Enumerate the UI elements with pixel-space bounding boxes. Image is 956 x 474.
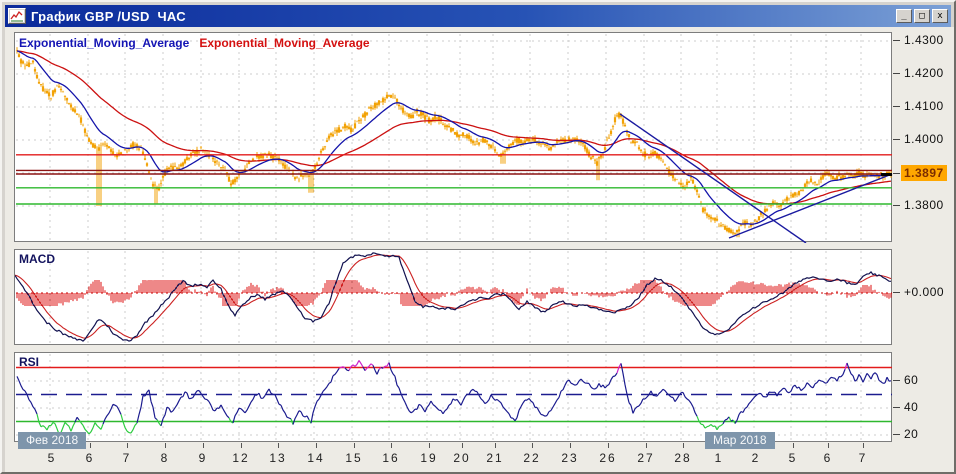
axis-tick — [893, 407, 900, 408]
date-tick — [793, 443, 794, 448]
price-axis-label: 1.4100 — [904, 99, 944, 113]
rsi-axis-label: 60 — [904, 373, 919, 387]
date-label: 7 — [122, 451, 132, 465]
date-tick — [532, 443, 533, 448]
month-tag: Фев 2018 — [18, 432, 87, 449]
price-axis-label: 1.4300 — [904, 33, 944, 47]
price-axis-label: 1.4200 — [904, 66, 944, 80]
date-tick — [646, 443, 647, 448]
date-tick — [828, 443, 829, 448]
date-label: 7 — [858, 451, 868, 465]
rsi-axis-label: 20 — [904, 427, 919, 441]
date-tick — [90, 443, 91, 448]
date-label: 8 — [160, 451, 170, 465]
date-label: 20 — [453, 451, 471, 465]
date-label: 27 — [637, 451, 655, 465]
date-label: 23 — [561, 451, 579, 465]
date-label: 6 — [823, 451, 833, 465]
chart-icon — [8, 8, 26, 24]
date-label: 5 — [47, 451, 57, 465]
date-label: 12 — [232, 451, 250, 465]
month-tag: Мар 2018 — [705, 432, 775, 449]
date-tick — [165, 443, 166, 448]
axis-tick — [893, 205, 900, 206]
axis-tick — [893, 292, 900, 293]
macd-panel[interactable]: MACD — [14, 249, 892, 345]
axis-tick — [893, 73, 900, 74]
axis-tick — [893, 172, 900, 174]
date-label: 16 — [382, 451, 400, 465]
titlebar[interactable]: График GBP /USD ЧАС _ □ x — [5, 5, 951, 27]
close-button[interactable]: x — [932, 9, 948, 23]
date-tick — [241, 443, 242, 448]
date-tick — [316, 443, 317, 448]
price-axis-label: 1.4000 — [904, 132, 944, 146]
date-label: 2 — [751, 451, 761, 465]
chart-content: Exponential_Moving_Average Exponential_M… — [5, 27, 954, 472]
date-label: 21 — [486, 451, 504, 465]
date-label: 28 — [674, 451, 692, 465]
date-label: 14 — [307, 451, 325, 465]
axis-tick — [893, 139, 900, 140]
rsi-label: RSI — [19, 355, 40, 369]
date-label: 9 — [198, 451, 208, 465]
axis-tick — [893, 434, 900, 435]
date-label: 1 — [714, 451, 724, 465]
date-tick — [683, 443, 684, 448]
date-tick — [429, 443, 430, 448]
chart-window: График GBP /USD ЧАС _ □ x Exponential_Mo… — [0, 0, 956, 474]
current-price-tag: 1.3897 — [901, 164, 947, 181]
date-tick — [863, 443, 864, 448]
rsi-panel[interactable]: RSI — [14, 352, 892, 442]
date-tick — [462, 443, 463, 448]
window-title: График GBP /USD ЧАС — [31, 8, 186, 24]
date-tick — [608, 443, 609, 448]
date-label: 26 — [599, 451, 617, 465]
date-tick — [203, 443, 204, 448]
minimize-button[interactable]: _ — [896, 9, 912, 23]
price-chart-panel[interactable]: Exponential_Moving_Average Exponential_M… — [14, 32, 893, 243]
axis-tick — [893, 380, 900, 381]
ema-fast-legend-label: Exponential_Moving_Average — [19, 36, 190, 50]
macd-zero-label: +0.000 — [904, 285, 945, 299]
date-label: 22 — [523, 451, 541, 465]
date-label: 6 — [85, 451, 95, 465]
date-tick — [127, 443, 128, 448]
macd-label: MACD — [19, 252, 55, 266]
price-axis-label: 1.3800 — [904, 198, 944, 212]
date-tick — [495, 443, 496, 448]
date-label: 5 — [788, 451, 798, 465]
date-label: 19 — [420, 451, 438, 465]
date-tick — [391, 443, 392, 448]
date-tick — [354, 443, 355, 448]
axis-tick — [893, 40, 900, 41]
ema-slow-legend-label: Exponential_Moving_Average — [199, 36, 370, 50]
ema-legend: Exponential_Moving_Average Exponential_M… — [19, 36, 370, 50]
date-label: 13 — [269, 451, 287, 465]
date-tick — [278, 443, 279, 448]
maximize-button[interactable]: □ — [914, 9, 930, 23]
axis-tick — [893, 106, 900, 107]
date-tick — [570, 443, 571, 448]
rsi-axis-label: 40 — [904, 400, 919, 414]
date-label: 15 — [345, 451, 363, 465]
